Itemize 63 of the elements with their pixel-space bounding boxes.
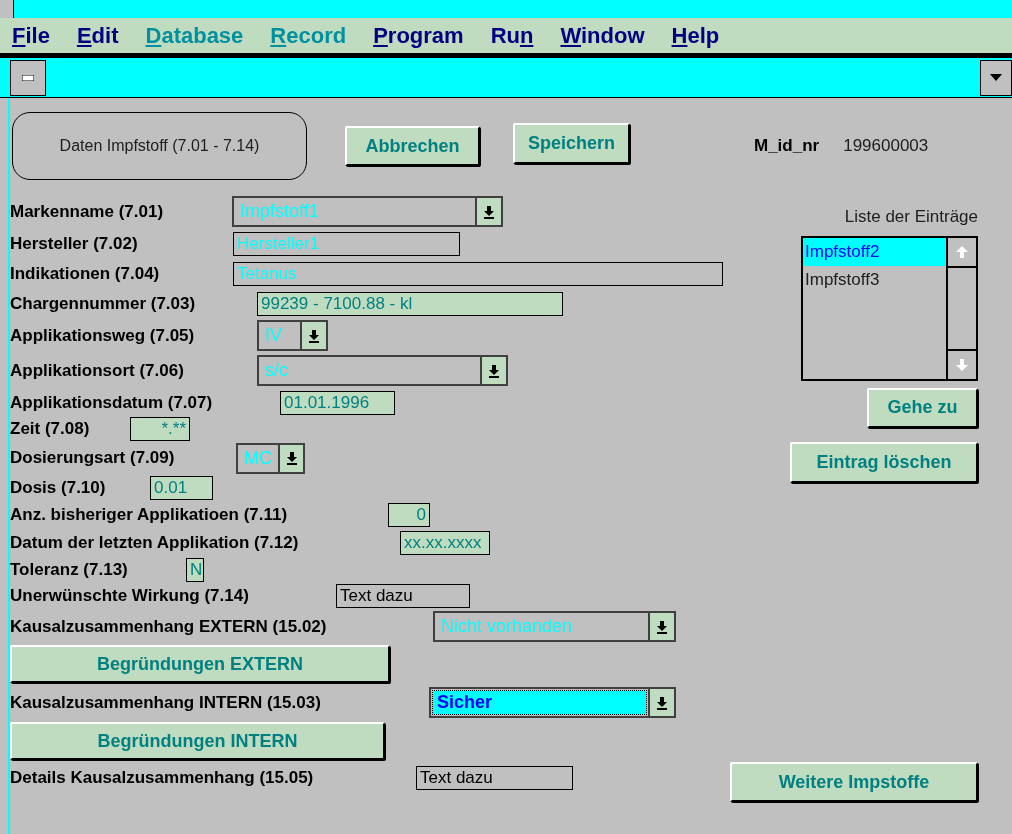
dropdown-arrow-button[interactable]: [480, 357, 506, 384]
field-label: Applikationsweg (7.05): [10, 324, 195, 347]
input-field[interactable]: N: [186, 557, 204, 582]
field-label: Dosis (7.10): [10, 477, 106, 500]
field-label: Applikationsort (7.06): [10, 359, 184, 382]
dropdown-arrow-button[interactable]: [648, 689, 674, 716]
field-label: Kausalzusammenhang INTERN (15.03): [10, 691, 321, 714]
menu-item[interactable]: File: [12, 19, 50, 52]
dropdown-arrow-button[interactable]: [475, 198, 501, 225]
down-arrow-icon: [656, 619, 668, 634]
menu-item[interactable]: Run: [490, 19, 534, 52]
input-field[interactable]: 0.01: [150, 476, 213, 500]
menu-item[interactable]: Edit: [76, 19, 119, 52]
field-label: Toleranz (7.13): [10, 558, 128, 581]
field-label: Unerwünschte Wirkung (7.14): [10, 584, 249, 607]
dropdown-arrow-button[interactable]: [278, 444, 303, 472]
field-label: Indikationen (7.04): [10, 263, 160, 286]
id-value: 199600003: [843, 135, 929, 158]
down-arrow-icon: [308, 328, 320, 343]
menu-item[interactable]: Window: [560, 19, 645, 52]
input-field[interactable]: 0: [388, 503, 430, 527]
dropdown[interactable]: Sicher: [429, 687, 676, 718]
menu-item[interactable]: Program: [373, 19, 464, 52]
form-title: Daten Impfstoff (7.01 - 7.14): [12, 112, 307, 180]
down-arrow-icon: [656, 695, 668, 710]
input-field[interactable]: Text dazu: [336, 583, 470, 608]
field-label: Dosierungsart (7.09): [10, 447, 175, 470]
down-arrow-icon: [483, 204, 495, 219]
go-to-button[interactable]: Gehe zu: [867, 387, 978, 428]
input-field[interactable]: 99239 - 7100.88 - kl: [257, 292, 563, 316]
field-label: Zeit (7.08): [10, 417, 90, 440]
input-field[interactable]: Text dazu: [416, 766, 573, 790]
field-label: Chargennummer (7.03): [10, 293, 196, 316]
field-label: Datum der letzten Applikation (7.12): [10, 532, 299, 555]
list-item[interactable]: Impfstoff3: [803, 265, 946, 294]
field-label: Details Kausalzusammenhang (15.05): [10, 767, 314, 790]
list-item[interactable]: Impfstoff2: [803, 237, 946, 266]
menu-item[interactable]: Help: [671, 19, 720, 52]
input-field[interactable]: 01.01.1996: [280, 390, 395, 415]
minus-icon: [22, 74, 34, 81]
dropdown-value: Sicher: [433, 691, 646, 714]
field-label: Kausalzusammenhang EXTERN (15.02): [10, 615, 327, 638]
input-field[interactable]: *.**: [130, 416, 190, 441]
field-label: Applikationsdatum (7.07): [10, 391, 213, 414]
dropdown-arrow-button[interactable]: [648, 613, 674, 640]
list-title: Liste der Einträge: [844, 206, 978, 228]
cancel-button[interactable]: Abbrechen: [345, 126, 480, 166]
field-label: Hersteller (7.02): [10, 233, 138, 256]
reasons-button[interactable]: Begründungen INTERN: [10, 722, 385, 760]
down-arrow-icon: [488, 363, 500, 378]
minimize-button[interactable]: [10, 59, 46, 96]
more-vaccines-button[interactable]: Weitere Impstoffe: [730, 762, 978, 802]
save-button[interactable]: Speichern: [513, 122, 630, 164]
delete-entry-button[interactable]: Eintrag löschen: [790, 441, 978, 483]
down-arrow-icon: [285, 451, 298, 465]
dropdown-arrow-button[interactable]: [300, 322, 326, 349]
field-label: Markenname (7.01): [10, 200, 164, 223]
dropdown-arrow-button[interactable]: [980, 59, 1012, 96]
field-label: Anz. bisheriger Applikatioen (7.11): [10, 504, 288, 527]
reasons-button[interactable]: Begründungen EXTERN: [10, 645, 390, 683]
input-field[interactable]: xx.xx.xxxx: [400, 531, 490, 555]
id-label: M_id_nr: [754, 135, 820, 158]
caret-icon: [990, 74, 1002, 81]
